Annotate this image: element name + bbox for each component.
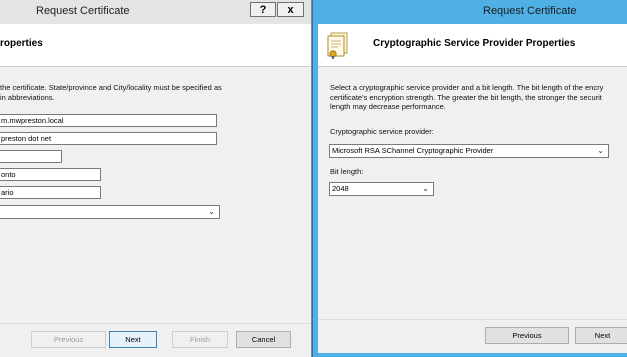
right-description: Select a cryptographic service provider … — [330, 83, 604, 111]
country-select[interactable]: ⌄ — [0, 205, 220, 219]
bit-length-label: Bit length: — [330, 167, 364, 176]
csp-select[interactable]: Microsoft RSA SChannel Cryptographic Pro… — [329, 144, 609, 158]
chevron-down-icon: ⌄ — [597, 146, 604, 155]
cancel-button[interactable]: Cancel — [236, 331, 291, 348]
city-field[interactable]: onto — [0, 168, 101, 181]
certificate-icon — [327, 32, 348, 59]
organization-field[interactable]: preston dot net — [0, 132, 217, 145]
left-dialog-window: Request Certificate ? x roperties the ce… — [0, 0, 312, 357]
bit-length-select[interactable]: 2048 ⌄ — [329, 182, 434, 196]
close-button[interactable]: x — [277, 2, 304, 17]
left-window-title: Request Certificate — [36, 5, 130, 17]
chevron-down-icon: ⌄ — [208, 207, 215, 216]
bit-length-value: 2048 — [332, 184, 349, 193]
left-footer: Previous Next Finish Cancel — [0, 323, 311, 357]
previous-button[interactable]: Previous — [31, 331, 106, 348]
help-button[interactable]: ? — [250, 2, 276, 17]
right-window-title: Request Certificate — [483, 5, 577, 17]
left-header: roperties — [0, 24, 311, 67]
chevron-down-icon: ⌄ — [422, 184, 429, 193]
left-client-area: roperties the certificate. State/provinc… — [0, 24, 311, 357]
left-description: the certificate. State/province and City… — [0, 83, 222, 102]
right-footer: Previous Next — [318, 319, 627, 353]
finish-button[interactable]: Finish — [172, 331, 228, 348]
right-header-title: Cryptographic Service Provider Propertie… — [373, 38, 576, 49]
next-button[interactable]: Next — [575, 327, 627, 344]
common-name-field[interactable]: m.mwpreston.local — [0, 114, 217, 127]
right-dialog-window: Request Certificate Cryptographic Servic… — [313, 0, 627, 357]
right-title-bar[interactable]: Request Certificate — [313, 0, 627, 24]
right-header: Cryptographic Service Provider Propertie… — [318, 24, 627, 67]
next-button[interactable]: Next — [109, 331, 157, 348]
csp-select-value: Microsoft RSA SChannel Cryptographic Pro… — [332, 146, 494, 155]
right-client-area: Cryptographic Service Provider Propertie… — [318, 24, 627, 353]
state-field[interactable]: ario — [0, 186, 101, 199]
csp-label: Cryptographic service provider: — [330, 127, 434, 136]
left-title-bar[interactable]: Request Certificate ? x — [0, 0, 311, 24]
left-header-title: roperties — [0, 38, 43, 49]
organizational-unit-field[interactable] — [0, 150, 62, 163]
previous-button[interactable]: Previous — [485, 327, 569, 344]
